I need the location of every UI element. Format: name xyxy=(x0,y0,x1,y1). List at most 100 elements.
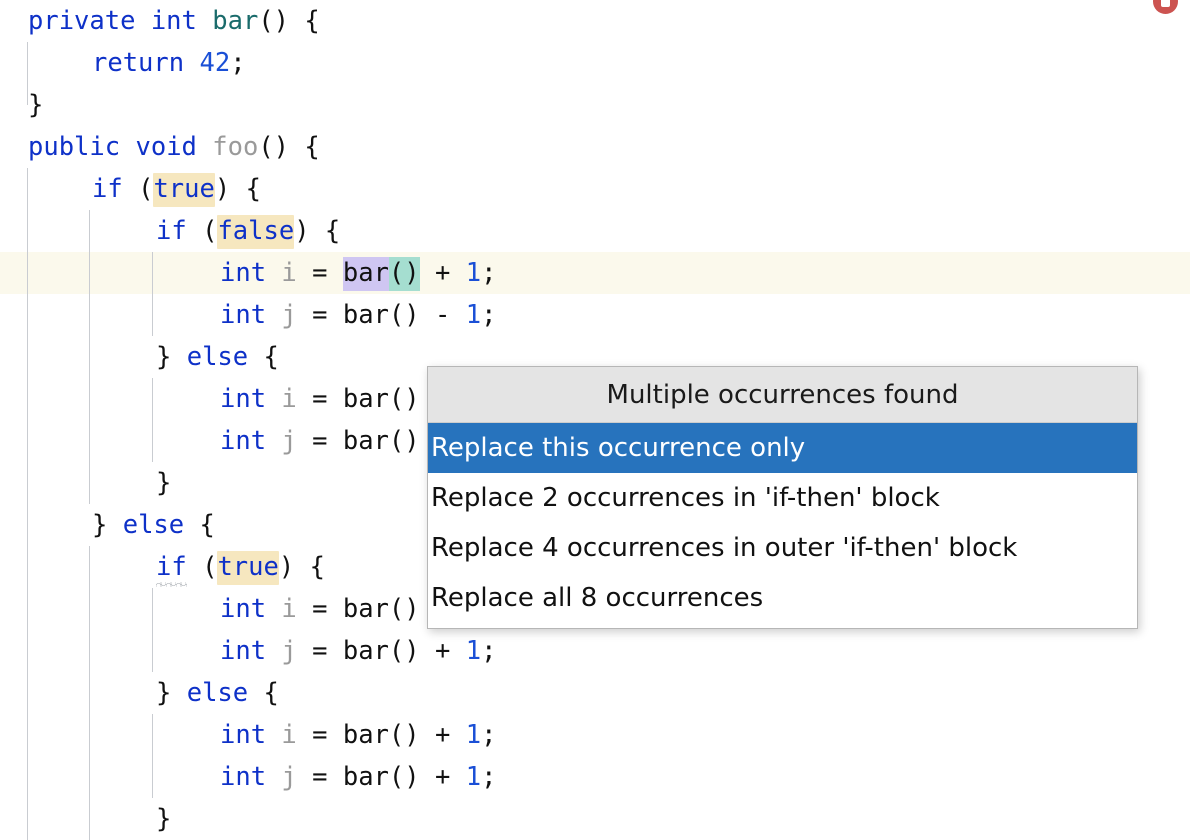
token-space xyxy=(328,258,343,288)
popup-title: Multiple occurrences found xyxy=(428,367,1137,423)
token-variable-i: i xyxy=(281,594,296,624)
code-line-6: if (false) { xyxy=(156,210,340,252)
token-space xyxy=(187,216,202,246)
token-space xyxy=(328,426,343,456)
token-brace-close: } xyxy=(156,342,171,372)
token-paren-open: ( xyxy=(202,216,217,246)
token-space xyxy=(135,6,150,36)
token-variable-j: j xyxy=(281,636,296,666)
token-space xyxy=(289,132,304,162)
token-space xyxy=(420,300,435,330)
token-space xyxy=(266,594,281,624)
token-number-1: 1 xyxy=(466,258,481,288)
code-line-7: int i = bar() + 1; xyxy=(220,252,496,294)
token-plus: + xyxy=(435,636,450,666)
token-number-1: 1 xyxy=(466,762,481,792)
token-space xyxy=(420,720,435,750)
token-brace-open: { xyxy=(264,678,279,708)
token-space xyxy=(197,6,212,36)
token-variable-i: i xyxy=(281,258,296,288)
token-space xyxy=(420,636,435,666)
token-space xyxy=(297,426,312,456)
token-brace-open: { xyxy=(264,342,279,372)
token-space xyxy=(328,594,343,624)
token-space xyxy=(266,300,281,330)
token-space xyxy=(297,762,312,792)
token-space xyxy=(297,384,312,414)
token-paren-close: ) xyxy=(294,216,309,246)
code-line-18: int i = bar() + 1; xyxy=(220,714,496,756)
token-method-foo: foo xyxy=(212,132,258,162)
token-space xyxy=(171,342,186,372)
token-parens: () xyxy=(258,6,289,36)
token-keyword-private: private xyxy=(28,6,135,36)
code-line-2: return 42; xyxy=(92,42,246,84)
token-paren-close: ) xyxy=(215,174,230,204)
token-space xyxy=(184,48,199,78)
token-keyword-int: int xyxy=(220,258,266,288)
token-space xyxy=(450,636,465,666)
token-space xyxy=(197,132,212,162)
code-line-14: if (true) { xyxy=(156,546,325,588)
popup-option-replace-in-outer-if-then-block[interactable]: Replace 4 occurrences in outer 'if-then'… xyxy=(428,523,1137,573)
token-parens: () xyxy=(389,594,420,624)
token-keyword-true-highlighted: true xyxy=(153,173,214,207)
popup-option-replace-all-occurrences[interactable]: Replace all 8 occurrences xyxy=(428,573,1137,623)
token-keyword-false-highlighted: false xyxy=(217,215,294,249)
token-paren-close: ) xyxy=(279,552,294,582)
token-brace-close: } xyxy=(156,678,171,708)
multiple-occurrences-popup[interactable]: Multiple occurrences found Replace this … xyxy=(427,366,1138,629)
token-brace-close: } xyxy=(156,468,171,498)
token-space xyxy=(297,258,312,288)
token-assign: = xyxy=(312,384,327,414)
popup-option-replace-this-occurrence-only[interactable]: Replace this occurrence only xyxy=(428,423,1137,473)
token-keyword-void: void xyxy=(135,132,196,162)
token-space xyxy=(184,510,199,540)
popup-option-list[interactable]: Replace this occurrence only Replace 2 o… xyxy=(428,423,1137,628)
token-space xyxy=(297,720,312,750)
token-brace-open: { xyxy=(304,6,319,36)
token-method-bar: bar xyxy=(343,636,389,666)
token-keyword-int: int xyxy=(220,426,266,456)
token-space xyxy=(420,762,435,792)
code-line-16: int j = bar() + 1; xyxy=(220,630,496,672)
token-keyword-return: return xyxy=(92,48,184,78)
token-semicolon: ; xyxy=(481,300,496,330)
token-space xyxy=(328,762,343,792)
token-keyword-if-warning: if xyxy=(156,552,187,582)
token-space xyxy=(450,720,465,750)
token-assign: = xyxy=(312,300,327,330)
token-brace-open: { xyxy=(310,552,325,582)
token-semicolon: ; xyxy=(230,48,245,78)
code-line-8: int j = bar() - 1; xyxy=(220,294,496,336)
token-space xyxy=(328,636,343,666)
code-editor[interactable]: private int bar() { return 42; } public … xyxy=(0,0,1190,840)
token-keyword-else: else xyxy=(123,510,184,540)
token-parens: () xyxy=(389,636,420,666)
token-number-1: 1 xyxy=(466,636,481,666)
popup-option-replace-in-if-then-block[interactable]: Replace 2 occurrences in 'if-then' block xyxy=(428,473,1137,523)
token-brace-open: { xyxy=(246,174,261,204)
token-keyword-true-highlighted: true xyxy=(217,551,278,585)
token-method-bar: bar xyxy=(343,762,389,792)
token-method-bar: bar xyxy=(343,384,389,414)
token-space xyxy=(266,426,281,456)
token-variable-i: i xyxy=(281,720,296,750)
token-space xyxy=(328,720,343,750)
token-variable-j: j xyxy=(281,300,296,330)
token-space xyxy=(294,552,309,582)
token-method-bar: bar xyxy=(343,720,389,750)
token-keyword-if: if xyxy=(156,216,187,246)
token-space xyxy=(310,216,325,246)
token-keyword-int: int xyxy=(220,594,266,624)
token-semicolon: ; xyxy=(481,636,496,666)
token-occurrence-parens-highlighted: () xyxy=(389,257,420,291)
token-semicolon: ; xyxy=(481,720,496,750)
token-keyword-int: int xyxy=(151,6,197,36)
token-method-bar: bar xyxy=(343,594,389,624)
token-semicolon: ; xyxy=(481,762,496,792)
token-paren-open: ( xyxy=(202,552,217,582)
token-number-1: 1 xyxy=(466,300,481,330)
token-variable-j: j xyxy=(281,762,296,792)
token-space xyxy=(230,174,245,204)
